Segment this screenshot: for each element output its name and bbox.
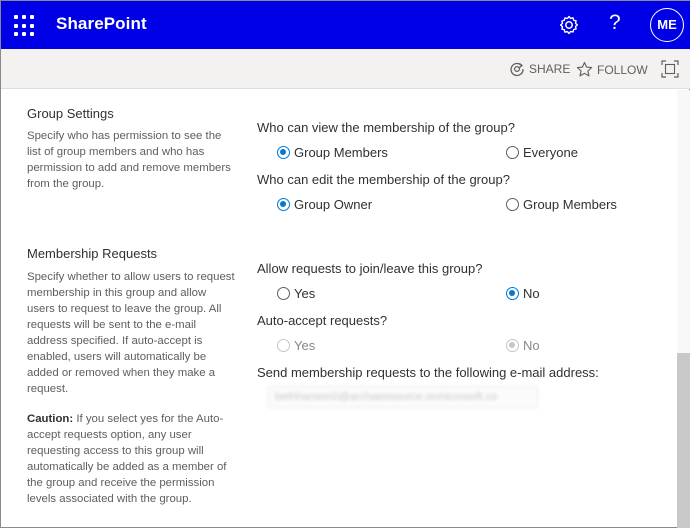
radio-button (277, 339, 290, 352)
email-question: Send membership requests to the followin… (257, 365, 599, 380)
view-option-group-members[interactable]: Group Members (277, 145, 388, 160)
membership-requests-description: Specify whether to allow users to reques… (27, 271, 235, 395)
command-bar: SHARE FOLLOW (1, 49, 690, 89)
share-icon (510, 62, 524, 77)
request-email-field[interactable]: bethhanson0@archaeosource.onmicrosoft.co (268, 386, 538, 408)
view-option-everyone[interactable]: Everyone (506, 145, 578, 160)
allow-requests-question: Allow requests to join/leave this group? (257, 261, 483, 276)
radio-button[interactable] (277, 146, 290, 159)
edit-membership-question: Who can edit the membership of the group… (257, 172, 510, 187)
option-label: Everyone (523, 145, 578, 160)
option-label: Yes (294, 286, 316, 301)
membership-requests-title: Membership Requests (27, 246, 158, 261)
follow-button[interactable]: FOLLOW (576, 61, 648, 78)
caution-label: Caution: (27, 413, 74, 425)
app-launcher-icon[interactable] (12, 13, 36, 37)
app-title[interactable]: SharePoint (56, 14, 147, 34)
radio-button[interactable] (506, 287, 519, 300)
suite-bar: SharePoint ? ME (1, 1, 690, 49)
group-settings-description: Specify who has permission to see the li… (27, 130, 231, 190)
radio-button[interactable] (277, 287, 290, 300)
radio-button (506, 339, 519, 352)
auto-accept-option-yes: Yes (277, 338, 315, 353)
caution-text: If you select yes for the Auto-accept re… (27, 413, 227, 505)
edit-option-group-owner[interactable]: Group Owner (277, 197, 372, 212)
scrollbar-thumb[interactable] (677, 353, 690, 528)
radio-button[interactable] (506, 146, 519, 159)
allow-option-no[interactable]: No (506, 286, 540, 301)
auto-accept-option-no: No (506, 338, 540, 353)
view-membership-question: Who can view the membership of the group… (257, 120, 515, 135)
share-button[interactable]: SHARE (509, 61, 570, 77)
user-avatar[interactable]: ME (650, 8, 684, 42)
option-label: Group Owner (294, 197, 373, 212)
settings-content: Group Settings Specify who has permissio… (1, 90, 677, 528)
group-settings-title: Group Settings (27, 106, 114, 121)
option-label: Group Members (294, 145, 388, 160)
help-icon[interactable]: ? (609, 11, 621, 35)
focus-mode-icon[interactable] (661, 60, 679, 78)
option-label: Group Members (523, 197, 617, 212)
edit-option-group-members[interactable]: Group Members (506, 197, 617, 212)
follow-label: FOLLOW (597, 62, 648, 77)
option-label: Yes (294, 338, 316, 353)
settings-gear-icon[interactable] (557, 13, 581, 37)
option-label: No (523, 338, 540, 353)
option-label: No (523, 286, 540, 301)
radio-button[interactable] (277, 198, 290, 211)
radio-button[interactable] (506, 198, 519, 211)
caution-note: Caution: If you select yes for the Auto-… (27, 411, 237, 507)
star-icon (576, 61, 593, 77)
auto-accept-question: Auto-accept requests? (257, 313, 388, 328)
allow-option-yes[interactable]: Yes (277, 286, 315, 301)
share-label: SHARE (529, 62, 571, 76)
